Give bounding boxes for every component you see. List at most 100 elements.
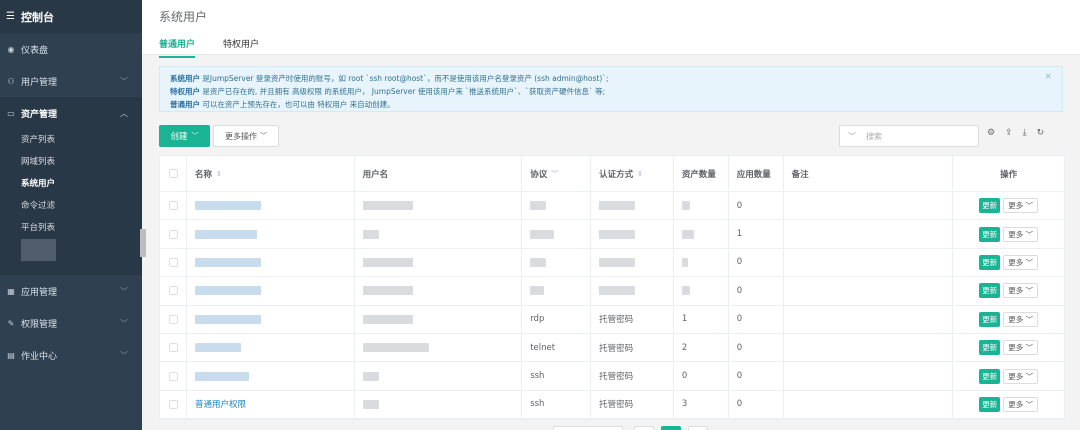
row-checkbox-cell xyxy=(160,248,187,277)
more-dropdown[interactable]: 更多 ﹀ xyxy=(1003,198,1039,214)
sidebar-subitem-domain-list[interactable]: 网域列表 xyxy=(0,151,142,173)
update-button[interactable]: 更新 xyxy=(979,368,1001,384)
chevron-down-icon[interactable]: ﹀ xyxy=(848,131,856,142)
redacted-auth xyxy=(599,257,636,267)
row-checkbox[interactable] xyxy=(169,257,178,267)
chevron-down-icon[interactable]: ﹀ xyxy=(551,169,558,179)
asset-count-cell: 3 xyxy=(674,390,729,419)
name-cell[interactable] xyxy=(187,333,355,362)
row-checkbox[interactable] xyxy=(169,399,178,409)
sidebar-item-assets[interactable]: ▭ 资产管理 ︿ xyxy=(0,97,142,129)
more-dropdown[interactable]: 更多 ﹀ xyxy=(1003,311,1039,327)
next-page-button[interactable] xyxy=(688,426,708,430)
sidebar-scrollbar[interactable] xyxy=(140,229,146,257)
redacted-name[interactable] xyxy=(194,201,261,211)
sidebar-item-applications[interactable]: ▦ 应用管理 ﹀ xyxy=(0,275,142,307)
redacted-protocol xyxy=(530,257,547,267)
sort-icon[interactable]: ⇕ xyxy=(637,170,643,178)
tab-normal-users[interactable]: 普通用户 xyxy=(159,37,196,58)
sort-icon[interactable]: ⇕ xyxy=(216,170,222,178)
more-dropdown[interactable]: 更多 ﹀ xyxy=(1003,226,1039,242)
alert-line: 特权用户 是资产已存在的, 并且拥有 高级权限 的系统用户， JumpServe… xyxy=(170,85,1052,98)
row-checkbox[interactable] xyxy=(169,286,178,296)
sidebar-item-permissions[interactable]: ✎ 权限管理 ﹀ xyxy=(0,307,142,339)
name-cell[interactable] xyxy=(187,362,355,390)
redacted-name[interactable] xyxy=(194,343,241,353)
column-header-name[interactable]: 名称 ⇕ xyxy=(187,156,355,191)
asset-count-cell xyxy=(674,192,729,220)
sidebar-subitem-platform-list[interactable]: 平台列表 xyxy=(0,217,142,239)
name-cell[interactable] xyxy=(187,220,355,248)
redacted-name[interactable] xyxy=(194,371,249,381)
name-cell[interactable]: 普通用户权限 xyxy=(187,390,355,419)
app-count-cell: 0 xyxy=(729,333,784,362)
redacted-username xyxy=(362,286,413,296)
name-cell[interactable] xyxy=(187,305,355,333)
name-cell[interactable] xyxy=(187,192,355,220)
username-cell xyxy=(355,390,523,419)
sidebar-item-users[interactable]: ⚇ 用户管理 ﹀ xyxy=(0,65,142,97)
row-checkbox[interactable] xyxy=(169,229,178,239)
more-dropdown[interactable]: 更多 ﹀ xyxy=(1003,368,1039,384)
more-dropdown[interactable]: 更多 ﹀ xyxy=(1003,254,1039,270)
search-placeholder: 搜索 xyxy=(866,131,882,141)
current-page-button[interactable] xyxy=(661,426,681,430)
row-checkbox[interactable] xyxy=(169,371,178,381)
update-button[interactable]: 更新 xyxy=(979,254,1001,270)
more-dropdown[interactable]: 更多 ﹀ xyxy=(1003,340,1039,356)
upload-icon[interactable]: ⇪ xyxy=(1005,128,1013,138)
select-all-checkbox[interactable] xyxy=(169,169,178,178)
sidebar-item-jobs[interactable]: ▤ 作业中心 ﹀ xyxy=(0,339,142,371)
create-button[interactable]: 创建 ﹀ xyxy=(159,125,210,147)
sidebar-subitem-system-users[interactable]: 系统用户 xyxy=(0,173,142,195)
more-label: 更多 xyxy=(1008,371,1024,381)
actions-cell: 更新 更多 ﹀ xyxy=(953,277,1064,304)
row-checkbox[interactable] xyxy=(169,314,178,324)
inbox-icon: ▭ xyxy=(7,108,15,118)
tab-privileged-users[interactable]: 特权用户 xyxy=(223,37,259,58)
tab-bar: 普通用户 特权用户 xyxy=(159,37,287,58)
update-button[interactable]: 更新 xyxy=(979,226,1001,242)
more-dropdown[interactable]: 更多 ﹀ xyxy=(1003,396,1039,412)
row-checkbox[interactable] xyxy=(169,201,178,211)
sidebar-item-dashboard[interactable]: ◉ 仪表盘 xyxy=(0,33,142,65)
row-checkbox[interactable] xyxy=(169,343,178,353)
redacted-name[interactable] xyxy=(194,257,261,267)
more-dropdown[interactable]: 更多 ﹀ xyxy=(1003,283,1039,299)
name-cell[interactable] xyxy=(187,277,355,305)
update-button[interactable]: 更新 xyxy=(979,340,1001,356)
update-button[interactable]: 更新 xyxy=(979,396,1001,412)
refresh-icon[interactable]: ↻ xyxy=(1037,128,1045,138)
comment-cell xyxy=(784,220,954,248)
chevron-down-icon: ﹀ xyxy=(120,318,128,328)
gear-icon[interactable]: ⚙ xyxy=(987,128,995,138)
sidebar-subitem-asset-list[interactable]: 资产列表 xyxy=(0,129,142,151)
search-input[interactable]: ﹀ 搜索 xyxy=(839,125,979,147)
column-label: 备注 xyxy=(791,169,809,180)
asset-count-cell: 0 xyxy=(674,362,729,390)
update-button[interactable]: 更新 xyxy=(979,283,1001,299)
sliders-icon: ☰ xyxy=(6,11,15,22)
redacted-name[interactable] xyxy=(194,286,261,296)
column-header-protocol[interactable]: 协议 ﹀ xyxy=(522,156,592,191)
chevron-down-icon: ﹀ xyxy=(120,350,128,360)
alert-line: 普通用户 可以在资产上预先存在，也可以由 特权用户 来自动创建。 xyxy=(170,98,1052,111)
name-cell[interactable] xyxy=(187,248,355,277)
system-user-link[interactable]: 普通用户权限 xyxy=(195,398,246,410)
prev-page-button[interactable] xyxy=(634,426,654,430)
column-header-auth[interactable]: 认证方式 ⇕ xyxy=(591,156,674,191)
username-cell xyxy=(355,333,523,362)
redacted-name[interactable] xyxy=(194,229,257,239)
close-icon[interactable]: × xyxy=(1044,71,1052,84)
sidebar-subitem-command-filter[interactable]: 命令过滤 xyxy=(0,195,142,217)
more-label: 更多 xyxy=(1008,257,1024,267)
sidebar-header[interactable]: ☰ 控制台 xyxy=(0,0,142,33)
redacted-name[interactable] xyxy=(194,314,261,324)
table-row: 1 更新 更多 ﹀ xyxy=(160,220,1064,249)
update-button[interactable]: 更新 xyxy=(979,198,1001,214)
download-icon[interactable]: ⤓ xyxy=(1023,128,1027,138)
update-button[interactable]: 更新 xyxy=(979,311,1001,327)
auth-cell: 托管密码 xyxy=(591,305,674,333)
page-size-select[interactable] xyxy=(553,426,623,430)
more-actions-button[interactable]: 更多操作 ﹀ xyxy=(213,125,279,147)
